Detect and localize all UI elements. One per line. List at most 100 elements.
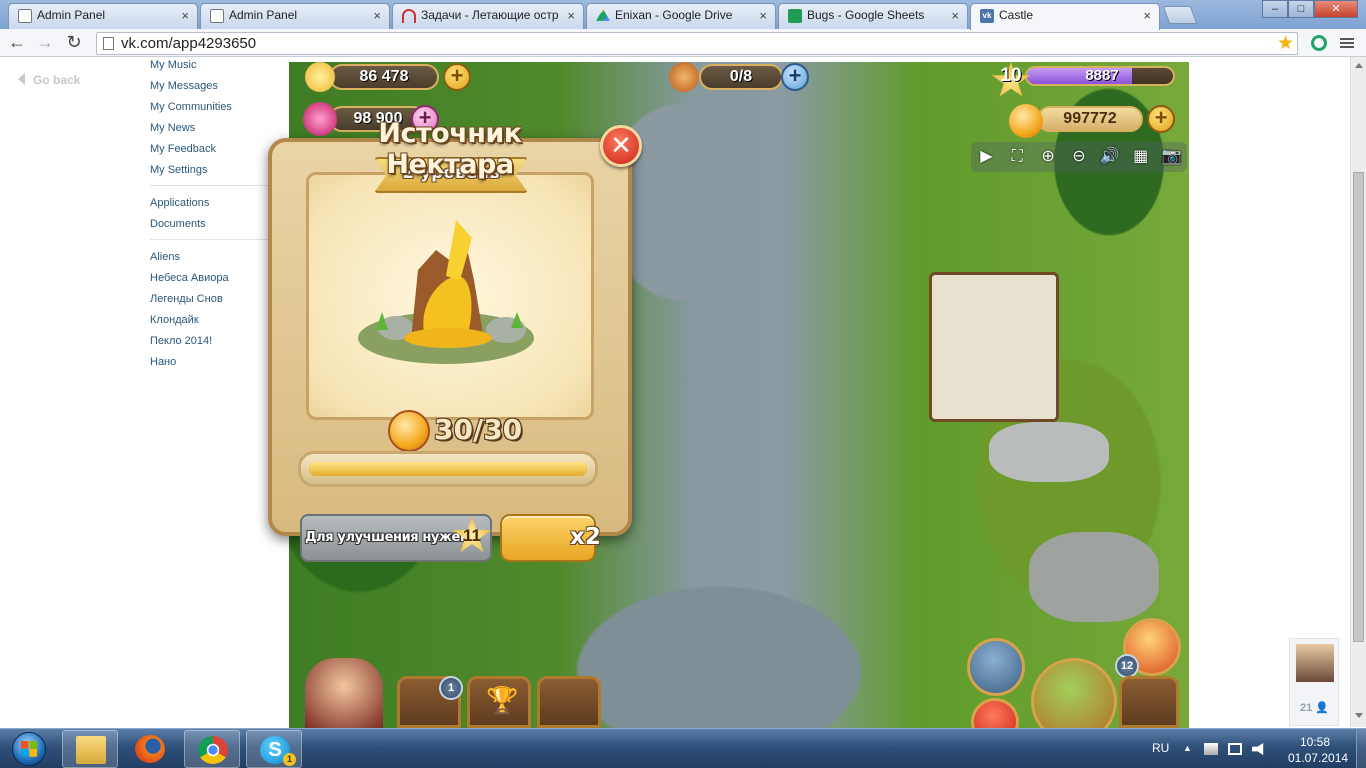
tab-label: Bugs - Google Sheets	[807, 8, 925, 22]
tab-close-icon[interactable]: ×	[181, 4, 189, 27]
pets-counter: 0/8	[699, 64, 783, 90]
sun-coin-icon	[305, 62, 335, 92]
left-menu-item[interactable]: My Messages	[150, 78, 282, 99]
left-menu-item[interactable]: Пекло 2014!	[150, 333, 282, 354]
left-menu-item[interactable]: My Feedback	[150, 141, 282, 162]
show-desktop-button[interactable]	[1356, 729, 1366, 768]
address-bar[interactable]: ★	[96, 32, 1298, 55]
taskbar-skype[interactable]: S 1	[246, 730, 302, 768]
url-input[interactable]	[121, 34, 1261, 53]
scroll-up-arrow-icon[interactable]	[1355, 63, 1363, 68]
tab-close-icon[interactable]: ×	[759, 4, 767, 27]
page-icon	[210, 9, 224, 23]
taskbar-explorer[interactable]	[62, 730, 118, 768]
nectar-storage-counter: 30/30	[434, 413, 523, 446]
tab-close-icon[interactable]: ×	[951, 4, 959, 27]
tray-arrow-icon[interactable]: ▲	[1183, 743, 1197, 755]
left-menu-item[interactable]: My News	[150, 120, 282, 141]
tab-close-icon[interactable]: ×	[1143, 4, 1151, 27]
page-icon	[18, 9, 32, 23]
minimize-button[interactable]: –	[1262, 0, 1288, 18]
close-dialog-button[interactable]: ✕	[600, 125, 642, 167]
camera-icon[interactable]: 📷	[1159, 145, 1183, 169]
reload-icon[interactable]: ↻	[63, 32, 85, 54]
bookmark-star-icon[interactable]: ★	[1277, 32, 1294, 55]
left-menu-item[interactable]: Documents	[150, 216, 282, 237]
left-menu-item[interactable]: Нано	[150, 354, 282, 375]
new-tab-button[interactable]	[1162, 6, 1198, 24]
scroll-down-arrow-icon[interactable]	[1355, 713, 1363, 718]
left-menu-item[interactable]: Applications	[150, 195, 282, 216]
avatar[interactable]	[1296, 644, 1334, 682]
trophy-icon: 🏆	[486, 685, 519, 715]
sound-icon[interactable]: 🔊	[1098, 145, 1122, 169]
browser-menu-icon[interactable]	[1340, 36, 1354, 50]
add-coins-button[interactable]: +	[443, 63, 471, 91]
clock[interactable]: 10:58 01.07.2014	[1288, 734, 1348, 766]
play-icon[interactable]: ▶	[974, 145, 998, 169]
harvest-basket-button[interactable]	[1031, 658, 1117, 728]
action-center-icon[interactable]	[1204, 743, 1218, 755]
tab-admin-panel-1[interactable]: Admin Panel ×	[8, 3, 198, 29]
tab-label: Admin Panel	[37, 8, 106, 22]
tab-label: Admin Panel	[229, 8, 298, 22]
tab-close-icon[interactable]: ×	[373, 4, 381, 27]
left-menu-item[interactable]: Легенды Снов	[150, 291, 282, 312]
tab-google-sheets[interactable]: Bugs - Google Sheets ×	[778, 3, 968, 29]
left-menu-item[interactable]: My Communities	[150, 99, 282, 120]
add-nectar-button[interactable]: +	[1147, 105, 1175, 133]
tab-tasks[interactable]: Задачи - Летающие остр ×	[392, 3, 584, 29]
fullscreen-icon[interactable]: ⛶	[1005, 145, 1029, 169]
upgrade-requirement-label: Для улучшения нужен	[305, 530, 469, 545]
left-menu-item[interactable]: My Settings	[150, 162, 282, 183]
maximize-button[interactable]: □	[1288, 0, 1314, 18]
tab-admin-panel-2[interactable]: Admin Panel ×	[200, 3, 390, 29]
tasks-icon	[402, 9, 416, 23]
taskbar-firefox[interactable]	[122, 730, 178, 768]
tab-close-icon[interactable]: ×	[567, 4, 575, 27]
browser-tab-bar: Admin Panel × Admin Panel × Задачи - Лет…	[0, 0, 1366, 30]
shop-crate-button[interactable]	[1119, 676, 1179, 728]
film-icon[interactable]: ▦	[1129, 145, 1153, 169]
speed-up-label: x2	[570, 524, 601, 550]
banner-decoration	[929, 272, 1059, 422]
back-arrow-icon[interactable]: ←	[6, 32, 28, 54]
go-back-link[interactable]: Go back	[18, 73, 80, 87]
friends-widget[interactable]: 21 👤	[1289, 638, 1339, 726]
tab-label: Castle	[999, 8, 1034, 22]
extension-icon[interactable]	[1311, 35, 1327, 51]
language-indicator[interactable]: RU	[1152, 741, 1169, 755]
close-window-button[interactable]: ✕	[1314, 0, 1358, 18]
add-pets-button[interactable]: +	[781, 63, 809, 91]
trophy-button[interactable]: 🏆	[467, 676, 531, 728]
screen: Admin Panel × Admin Panel × Задачи - Лет…	[0, 0, 1366, 768]
left-menu-item[interactable]: Небеса Авиора	[150, 270, 282, 291]
window-controls: – □ ✕	[1262, 0, 1358, 18]
page-scrollbar[interactable]	[1350, 57, 1366, 727]
menu-divider	[150, 185, 282, 186]
taskbar-chrome[interactable]	[184, 730, 240, 768]
forward-arrow-icon[interactable]: →	[34, 32, 56, 54]
friends-avatars[interactable]	[305, 658, 383, 728]
scroll-thumb[interactable]	[1353, 172, 1364, 642]
chest-button[interactable]	[537, 676, 601, 728]
player-level: 10	[1000, 65, 1022, 86]
start-button[interactable]	[2, 730, 56, 768]
tab-google-drive[interactable]: Enixan - Google Drive ×	[586, 3, 776, 29]
left-menu-item[interactable]: Клондайк	[150, 312, 282, 333]
nectar-drop-icon	[388, 410, 430, 452]
coins-counter: 86 478	[329, 64, 439, 90]
cancel-mode-button[interactable]	[971, 698, 1019, 728]
left-menu-item[interactable]: Aliens	[150, 249, 282, 270]
google-sheets-icon	[788, 9, 802, 23]
zoom-out-icon[interactable]: ⊖	[1067, 145, 1091, 169]
nectar-counter: 997772	[1037, 106, 1143, 132]
tab-label: Задачи - Летающие остр	[421, 8, 559, 22]
cursor-mode-button[interactable]	[967, 638, 1025, 696]
network-icon[interactable]	[1228, 743, 1242, 755]
zoom-in-icon[interactable]: ⊕	[1036, 145, 1060, 169]
left-menu-item[interactable]: My Music	[150, 57, 282, 78]
volume-icon[interactable]	[1252, 743, 1264, 755]
chevron-left-icon	[18, 73, 25, 85]
tab-castle[interactable]: vk Castle ×	[970, 3, 1160, 30]
